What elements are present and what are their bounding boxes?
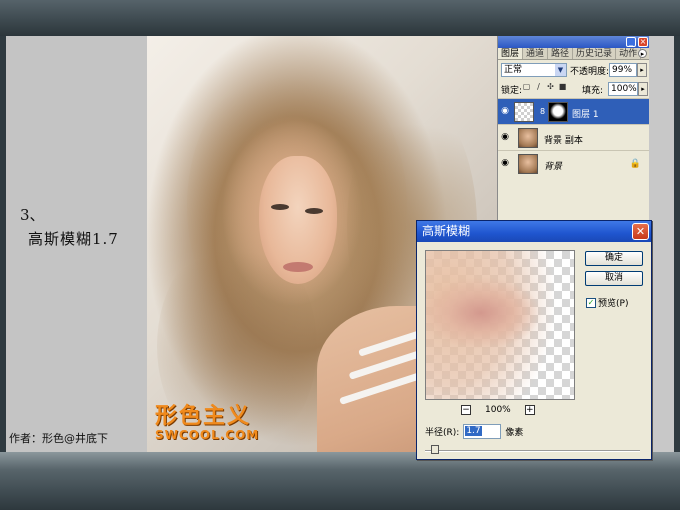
cancel-button[interactable]: 取消 bbox=[585, 271, 643, 286]
layer-thumbnail bbox=[514, 102, 534, 122]
bottom-banner bbox=[0, 452, 680, 510]
author-credit: 作者：形色@井底下 bbox=[9, 432, 108, 445]
blend-row: 正常 ▼ 不透明度: 99% ▸ bbox=[498, 60, 649, 79]
layer-name: 图层 1 bbox=[572, 110, 599, 120]
left-eye bbox=[271, 204, 289, 210]
zoom-out-icon[interactable]: − bbox=[461, 405, 471, 415]
panel-menu-icon[interactable]: ▸ bbox=[638, 49, 647, 58]
tab-channels[interactable]: 通道 bbox=[523, 48, 549, 59]
close-icon[interactable]: × bbox=[638, 37, 648, 47]
link-chain-icon[interactable]: 8 bbox=[540, 107, 545, 116]
ok-button[interactable]: 确定 bbox=[585, 251, 643, 266]
layer-mask-thumbnail[interactable] bbox=[548, 102, 568, 122]
layer-thumbnail bbox=[518, 128, 538, 148]
visibility-eye-icon[interactable]: ◉ bbox=[500, 106, 510, 116]
tab-history[interactable]: 历史记录 bbox=[573, 48, 617, 59]
caption-panel: 3、 高斯模糊1.7 作者：形色@井底下 bbox=[6, 36, 147, 452]
checkmark-icon[interactable]: ✓ bbox=[586, 297, 596, 308]
opacity-arrow-icon[interactable]: ▸ bbox=[637, 63, 647, 77]
lock-row: 锁定: ▢ ∕ ✣ ■ 填充: 100% ▸ bbox=[498, 79, 649, 98]
panel-tabs: 图层 通道 路径 历史记录 动作 ▸ bbox=[498, 48, 649, 60]
radius-value: 1.7 bbox=[465, 426, 482, 436]
lock-brush-icon[interactable]: ∕ bbox=[534, 82, 543, 92]
layer-name: 背景 副本 bbox=[544, 136, 583, 146]
lock-icon: 🔒 bbox=[629, 159, 641, 169]
lock-options: ▢ ∕ ✣ ■ bbox=[522, 82, 567, 92]
visibility-eye-icon[interactable]: ◉ bbox=[500, 132, 510, 142]
blend-mode-select[interactable]: 正常 ▼ bbox=[501, 63, 567, 77]
radius-input[interactable]: 1.7 bbox=[463, 424, 502, 439]
visibility-eye-icon[interactable]: ◉ bbox=[500, 158, 510, 168]
step-description: 高斯模糊1.7 bbox=[28, 230, 119, 248]
radius-slider-track[interactable] bbox=[425, 450, 640, 452]
lock-transparency-icon[interactable]: ▢ bbox=[522, 82, 531, 92]
radius-row: 半径(R): 1.7 像素 bbox=[425, 424, 523, 439]
dialog-title: 高斯模糊 bbox=[422, 224, 471, 238]
preview-checkbox[interactable]: ✓ 预览(P) bbox=[586, 296, 628, 309]
layer-row[interactable]: ◉ 背景 🔒 bbox=[498, 150, 649, 176]
dialog-titlebar: 高斯模糊 ✕ bbox=[417, 221, 651, 242]
radius-unit: 像素 bbox=[505, 428, 524, 438]
layer-name: 背景 bbox=[544, 162, 563, 172]
opacity-input[interactable]: 99% bbox=[609, 63, 637, 77]
fill-label: 填充: bbox=[582, 86, 604, 96]
radius-slider-handle[interactable] bbox=[431, 445, 439, 454]
layer-row[interactable]: ◉ 背景 副本 bbox=[498, 124, 649, 150]
lock-label: 锁定: bbox=[501, 86, 523, 96]
gaussian-blur-dialog: 高斯模糊 ✕ 确定 取消 ✓ 预览(P) − 100% + 半径(R): 1.7… bbox=[416, 220, 652, 460]
chevron-down-icon[interactable]: ▼ bbox=[555, 64, 566, 76]
blend-mode-value: 正常 bbox=[504, 65, 523, 75]
logo-url: SWCOOL.COM bbox=[155, 428, 260, 442]
zoom-controls: − 100% + bbox=[461, 405, 535, 415]
lock-all-icon[interactable]: ■ bbox=[558, 82, 567, 92]
zoom-in-icon[interactable]: + bbox=[524, 405, 535, 415]
fill-arrow-icon[interactable]: ▸ bbox=[638, 82, 648, 96]
opacity-label: 不透明度: bbox=[570, 67, 610, 77]
radius-label: 半径(R): bbox=[425, 428, 460, 438]
tab-layers[interactable]: 图层 bbox=[498, 48, 524, 59]
minimize-icon[interactable]: _ bbox=[626, 37, 636, 47]
tab-paths[interactable]: 路径 bbox=[548, 48, 574, 59]
preview-label: 预览(P) bbox=[598, 299, 629, 309]
top-banner bbox=[0, 0, 680, 36]
lock-move-icon[interactable]: ✣ bbox=[546, 82, 555, 92]
site-logo: 形色主义 SWCOOL.COM bbox=[155, 398, 259, 442]
step-number: 3、 bbox=[20, 206, 45, 224]
fill-input[interactable]: 100% bbox=[608, 82, 638, 96]
panel-titlebar: _ × bbox=[498, 36, 649, 48]
layer-thumbnail bbox=[518, 154, 538, 174]
lips bbox=[283, 262, 313, 272]
zoom-value: 100% bbox=[485, 405, 511, 415]
blur-preview[interactable] bbox=[425, 250, 575, 400]
layer-row[interactable]: ◉ 8 图层 1 bbox=[498, 98, 649, 124]
logo-text: 形色主义 bbox=[155, 404, 252, 429]
close-icon[interactable]: ✕ bbox=[632, 223, 649, 240]
right-eye bbox=[305, 208, 323, 214]
